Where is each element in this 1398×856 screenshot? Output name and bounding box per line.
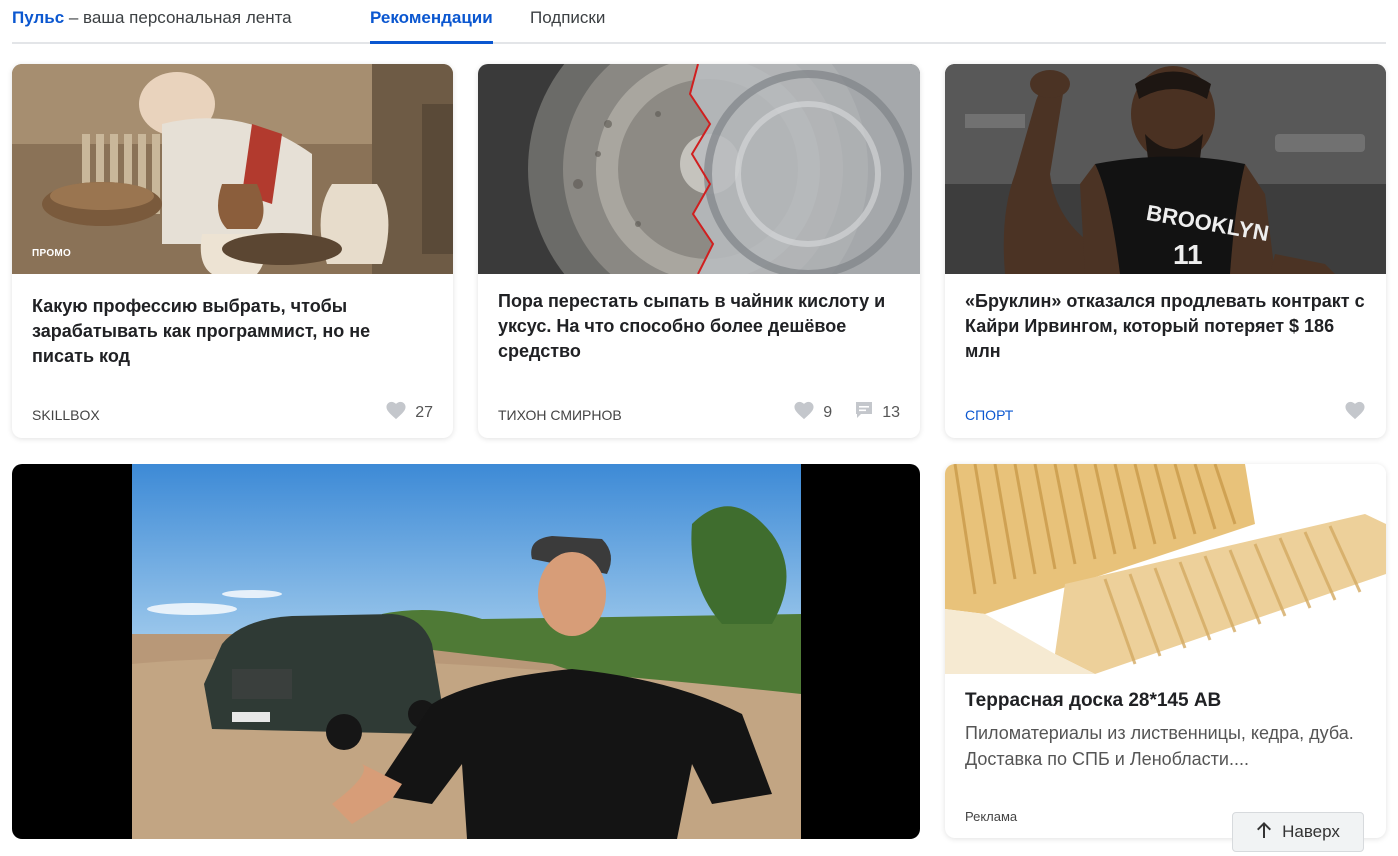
brand-link[interactable]: Пульс	[12, 8, 64, 27]
like-icon[interactable]	[793, 400, 815, 425]
brand-tagline: – ваша персональная лента	[64, 8, 292, 27]
article-image-kettle[interactable]	[478, 64, 920, 274]
article-image-basketball[interactable]: BROOKLYN 11	[945, 64, 1386, 274]
comment-icon[interactable]	[854, 400, 874, 425]
article-source[interactable]: SKILLBOX	[32, 407, 100, 423]
scroll-top-button[interactable]: Наверх	[1232, 812, 1364, 852]
video-frame[interactable]	[132, 464, 801, 839]
like-icon[interactable]	[385, 400, 407, 425]
ad-card[interactable]: Террасная доска 28*145 АВ Пиломатериалы …	[945, 464, 1386, 838]
article-image-pottery[interactable]: ПРОМО	[12, 64, 453, 274]
ad-title[interactable]: Террасная доска 28*145 АВ	[965, 690, 1221, 712]
article-title[interactable]: «Бруклин» отказался продлевать контракт …	[965, 289, 1368, 364]
arrow-up-icon	[1256, 821, 1272, 844]
article-card-kettle[interactable]: Пора перестать сыпать в чайник кислоту и…	[478, 64, 920, 438]
article-source[interactable]: ТИХОН СМИРНОВ	[498, 407, 622, 423]
ad-label: Реклама	[965, 809, 1018, 824]
like-count: 27	[415, 403, 433, 421]
article-stats: 9 13	[793, 400, 900, 425]
feed-header: Пульс – ваша персональная лента Рекоменд…	[12, 0, 1386, 44]
article-stats: 27	[385, 400, 433, 425]
promo-badge: ПРОМО	[32, 248, 72, 259]
article-stats	[1344, 400, 1366, 425]
article-title[interactable]: Какую профессию выбрать, чтобы зарабатыв…	[32, 294, 435, 369]
ad-image-decking-boards[interactable]	[945, 464, 1386, 674]
jersey-number-text: 11	[1173, 239, 1203, 270]
brand-title: Пульс – ваша персональная лента	[12, 8, 292, 28]
scroll-top-label: Наверх	[1282, 822, 1340, 841]
article-title[interactable]: Пора перестать сыпать в чайник кислоту и…	[498, 289, 902, 364]
ad-description[interactable]: Пиломатериалы из лиственницы, кедра, дуб…	[965, 720, 1366, 772]
tab-recommendations[interactable]: Рекомендации	[370, 8, 493, 44]
article-card-skillbox[interactable]: ПРОМО Какую профессию выбрать, чтобы зар…	[12, 64, 453, 438]
article-card-sport[interactable]: BROOKLYN 11 «Бруклин» отказался продлева…	[945, 64, 1386, 438]
like-icon[interactable]	[1344, 400, 1366, 425]
comment-count: 13	[882, 403, 900, 421]
tab-subscriptions[interactable]: Подписки	[530, 8, 605, 44]
video-card[interactable]	[12, 464, 920, 839]
like-count: 9	[823, 403, 833, 421]
article-source[interactable]: СПОРТ	[965, 407, 1013, 423]
